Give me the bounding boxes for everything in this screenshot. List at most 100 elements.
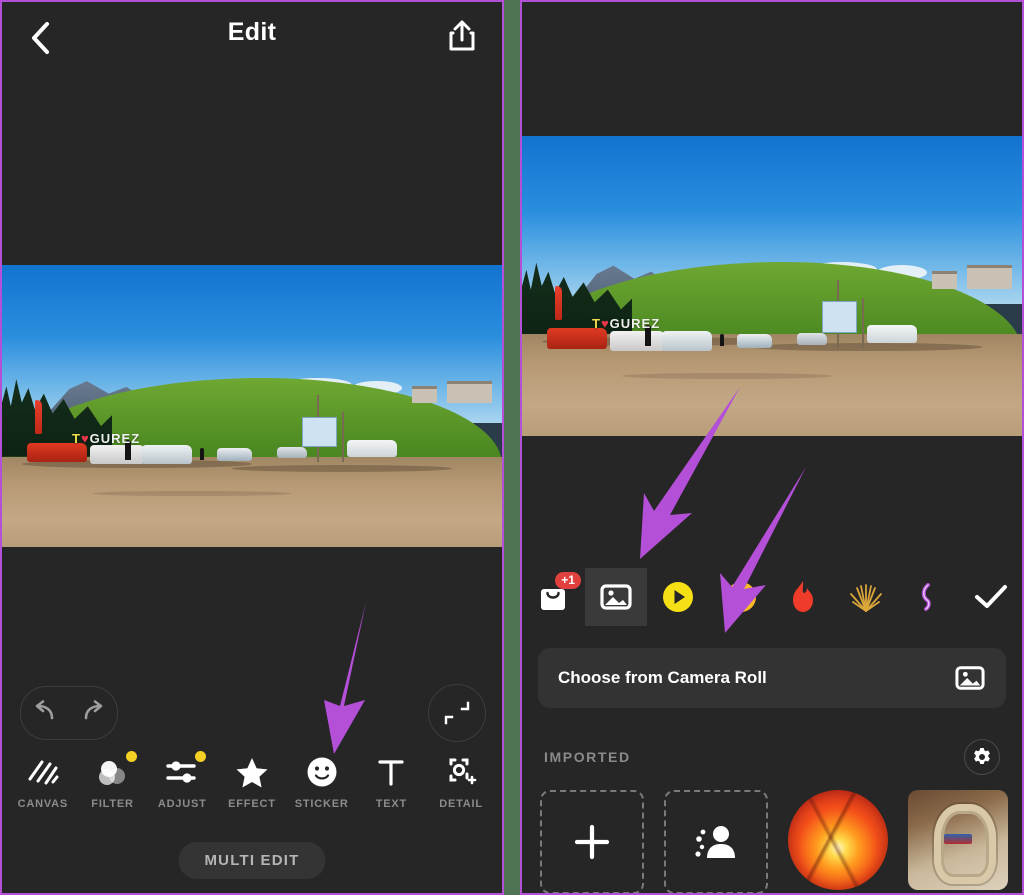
gurez-sign: T♥GUREZ xyxy=(72,431,140,446)
share-button[interactable] xyxy=(440,14,484,58)
imported-stickers-list xyxy=(540,790,1008,893)
tool-effect[interactable]: EFFECT xyxy=(220,754,284,810)
tool-filter[interactable]: FILTER xyxy=(81,751,145,810)
tool-label: TEXT xyxy=(375,798,408,810)
sign-gurez: GUREZ xyxy=(609,316,661,331)
smiley-icon xyxy=(306,754,338,790)
canvas-icon xyxy=(26,754,60,790)
car-white xyxy=(867,325,917,343)
building xyxy=(932,271,957,289)
category-firework[interactable] xyxy=(835,568,898,626)
tool-label: CANVAS xyxy=(17,798,69,810)
signboard xyxy=(302,417,337,448)
photo-icon xyxy=(600,584,632,610)
screenshot-stage: Edit T♥GUREZ CANVAS FILTER ADJUST EFFECT… xyxy=(0,0,1024,895)
building xyxy=(447,380,492,404)
edit-screen-panel: Edit T♥GUREZ CANVAS FILTER ADJUST EFFECT… xyxy=(0,0,504,895)
utility-pole xyxy=(342,411,344,463)
glowing-ball-sticker[interactable] xyxy=(788,790,888,890)
car-white xyxy=(737,334,772,348)
tool-canvas[interactable]: CANVAS xyxy=(11,754,75,810)
redo-icon xyxy=(84,699,103,719)
neon-sticker-icon xyxy=(922,583,932,611)
tool-label: EFFECT xyxy=(228,798,276,810)
tool-label: STICKER xyxy=(294,798,349,810)
undo-button[interactable] xyxy=(32,699,58,727)
tool-label: FILTER xyxy=(91,798,134,810)
photo-preview[interactable]: T♥GUREZ xyxy=(2,265,502,547)
utility-pole xyxy=(862,298,864,349)
page-title: Edit xyxy=(227,18,277,46)
red-flag xyxy=(554,286,562,320)
filter-icon xyxy=(95,754,131,790)
choose-from-camera-roll-button[interactable]: Choose from Camera Roll xyxy=(538,648,1006,708)
car-white xyxy=(89,445,145,464)
gurez-sign: T♥GUREZ xyxy=(592,316,660,331)
sign-t: T xyxy=(592,316,601,331)
add-sticker-button[interactable] xyxy=(540,790,644,893)
photo-icon xyxy=(955,666,985,690)
ball-image xyxy=(788,790,888,890)
redo-button[interactable] xyxy=(80,699,106,727)
category-neon[interactable] xyxy=(897,568,960,626)
signboard xyxy=(822,301,857,333)
person xyxy=(719,334,724,346)
category-flame[interactable] xyxy=(772,568,835,626)
firework-icon xyxy=(849,584,882,612)
person-cutout-icon xyxy=(695,826,735,858)
store-badge: +1 xyxy=(555,572,581,589)
tool-adjust[interactable]: ADJUST xyxy=(150,751,214,810)
car-red xyxy=(547,328,607,349)
tool-text[interactable]: TEXT xyxy=(359,754,423,810)
red-flag xyxy=(34,400,42,435)
car-white xyxy=(347,439,397,457)
category-gif[interactable] xyxy=(647,568,710,626)
gear-icon xyxy=(974,748,990,764)
share-icon xyxy=(449,20,475,51)
category-store[interactable]: +1 xyxy=(522,568,585,626)
undo-icon xyxy=(35,699,54,719)
sticker-picker-panel: T♥GUREZ +1 Choose from Camera Roll IMPOR… xyxy=(520,0,1024,895)
multi-edit-button[interactable]: MULTI EDIT xyxy=(178,842,326,879)
checkmark-icon xyxy=(974,585,1007,608)
car-white xyxy=(142,445,192,464)
tool-label: ADJUST xyxy=(157,798,207,810)
confirm-stickers-button[interactable] xyxy=(960,568,1023,626)
imported-section-header: IMPORTED xyxy=(522,730,1022,784)
ground-streak xyxy=(232,465,452,472)
grinning-emoji-icon xyxy=(725,582,756,612)
imported-label: IMPORTED xyxy=(544,749,631,765)
sign-gurez: GUREZ xyxy=(89,431,141,447)
building xyxy=(412,386,437,404)
collapse-button[interactable] xyxy=(428,684,486,742)
photo-preview[interactable]: T♥GUREZ xyxy=(522,136,1022,436)
car-white xyxy=(662,331,712,351)
history-controls xyxy=(20,686,118,740)
update-badge-dot xyxy=(195,751,207,762)
sticker-category-bar: +1 xyxy=(522,568,1022,626)
tool-bar: CANVAS FILTER ADJUST EFFECT STICKER TEXT… xyxy=(2,751,502,810)
sign-t: T xyxy=(72,431,81,447)
imported-settings-button[interactable] xyxy=(964,739,1000,775)
category-emoji[interactable] xyxy=(710,568,773,626)
sign-heart: ♥ xyxy=(600,316,610,331)
car-grey xyxy=(277,446,307,459)
play-circle-icon xyxy=(663,582,694,612)
tool-detail[interactable]: DETAIL xyxy=(429,754,493,810)
detail-icon xyxy=(444,754,478,790)
ground-streak xyxy=(752,343,982,351)
cutout-sticker-button[interactable] xyxy=(664,790,768,893)
camera-roll-label: Choose from Camera Roll xyxy=(558,668,767,687)
tool-label: DETAIL xyxy=(439,798,483,810)
rope-basket-sticker[interactable] xyxy=(908,790,1008,890)
text-icon xyxy=(376,754,406,790)
category-photo[interactable] xyxy=(584,568,647,626)
update-badge-dot xyxy=(125,751,137,762)
collapse-icon xyxy=(444,701,470,725)
tool-sticker[interactable]: STICKER xyxy=(290,754,354,810)
sign-heart: ♥ xyxy=(80,431,90,447)
car-white xyxy=(609,331,665,351)
car-grey xyxy=(797,332,827,345)
ground-streak xyxy=(622,373,832,379)
car-white xyxy=(217,448,252,461)
